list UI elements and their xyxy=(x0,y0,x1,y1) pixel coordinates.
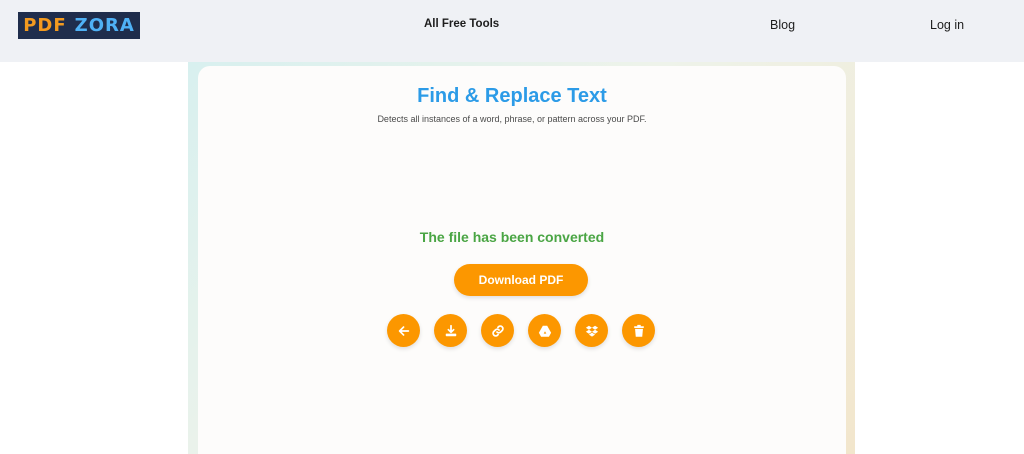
logo-text-part2: ZORA xyxy=(74,15,135,36)
trash-icon xyxy=(633,324,644,337)
page-subtitle: Detects all instances of a word, phrase,… xyxy=(377,114,647,124)
dropbox-icon xyxy=(585,325,598,337)
link-icon xyxy=(491,324,504,337)
download-icon xyxy=(445,324,456,336)
tool-card xyxy=(198,66,846,454)
logo-text-part1: PDF xyxy=(23,15,67,36)
nav-all-free-tools[interactable]: All Free Tools xyxy=(424,18,499,30)
pdfzora-logo[interactable]: PDF ZORA xyxy=(18,12,140,39)
conversion-status: The file has been converted xyxy=(419,229,605,245)
back-button[interactable] xyxy=(387,314,420,347)
download-pdf-button[interactable]: Download PDF xyxy=(454,264,588,296)
top-navbar: PDF ZORA All Free Tools Blog Log in xyxy=(0,0,1024,62)
nav-login[interactable]: Log in xyxy=(930,18,964,32)
google-drive-button[interactable] xyxy=(528,314,561,347)
copy-link-button[interactable] xyxy=(481,314,514,347)
back-arrow-icon xyxy=(398,325,409,336)
nav-blog[interactable]: Blog xyxy=(770,18,795,32)
delete-button[interactable] xyxy=(622,314,655,347)
google-drive-icon xyxy=(538,325,551,337)
download-button[interactable] xyxy=(434,314,467,347)
dropbox-button[interactable] xyxy=(575,314,608,347)
page-title: Find & Replace Text xyxy=(417,85,607,107)
